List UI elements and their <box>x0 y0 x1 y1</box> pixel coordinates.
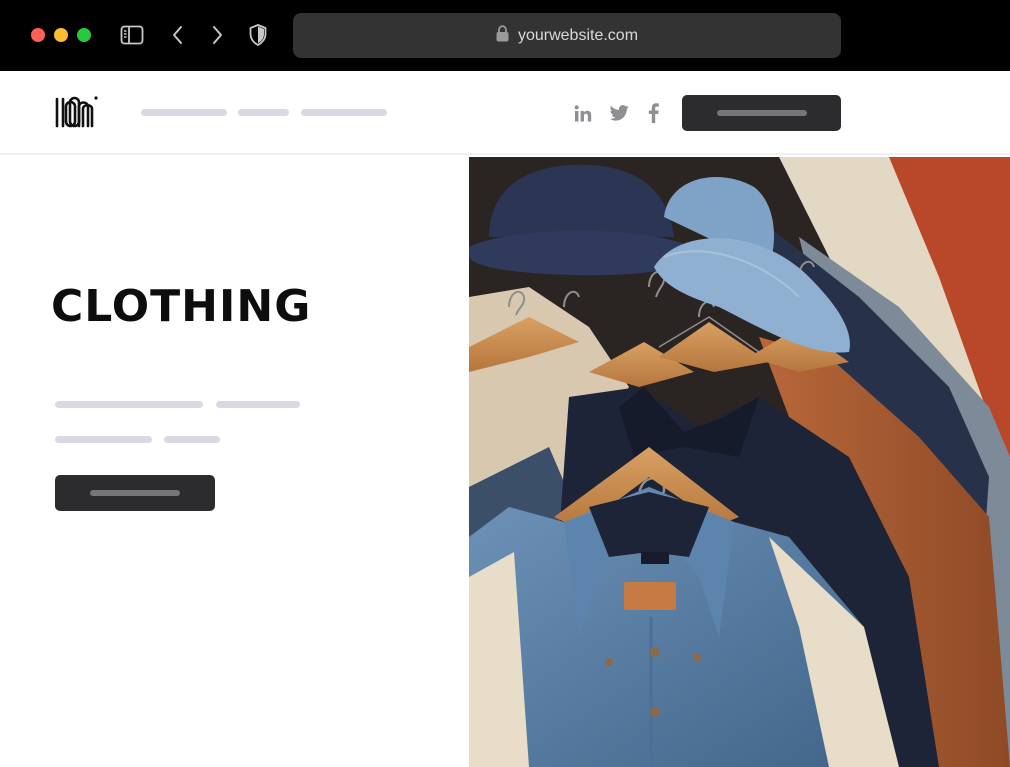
site-header <box>0 71 1010 155</box>
sidebar-toggle-icon[interactable] <box>119 22 145 48</box>
hero-image <box>469 157 1010 767</box>
nav-link-2[interactable] <box>238 109 289 116</box>
linkedin-icon[interactable] <box>572 102 594 124</box>
lock-icon <box>496 24 509 47</box>
description-line-1 <box>55 401 203 408</box>
minimize-window-button[interactable] <box>54 28 68 42</box>
nav-link-3[interactable] <box>301 109 387 116</box>
description-line-2 <box>216 401 300 408</box>
hero-cta-button[interactable] <box>55 475 215 511</box>
page-title: CLOTHING <box>51 281 312 332</box>
close-window-button[interactable] <box>31 28 45 42</box>
description-line-3 <box>55 436 152 443</box>
hero-cta-label <box>90 490 180 496</box>
nav-link-1[interactable] <box>141 109 227 116</box>
chevron-left-icon[interactable] <box>165 22 191 48</box>
header-cta-label <box>716 110 807 116</box>
header-cta-button[interactable] <box>682 95 841 131</box>
description-line-4 <box>164 436 220 443</box>
facebook-icon[interactable] <box>642 102 664 124</box>
twitter-icon[interactable] <box>608 102 630 124</box>
maximize-window-button[interactable] <box>77 28 91 42</box>
chevron-right-icon[interactable] <box>204 22 230 48</box>
url-text: yourwebsite.com <box>517 26 639 44</box>
browser-toolbar: yourwebsite.com <box>0 0 1010 71</box>
logo[interactable] <box>55 95 99 131</box>
address-bar[interactable]: yourwebsite.com <box>293 13 841 58</box>
shield-icon[interactable] <box>245 22 271 48</box>
